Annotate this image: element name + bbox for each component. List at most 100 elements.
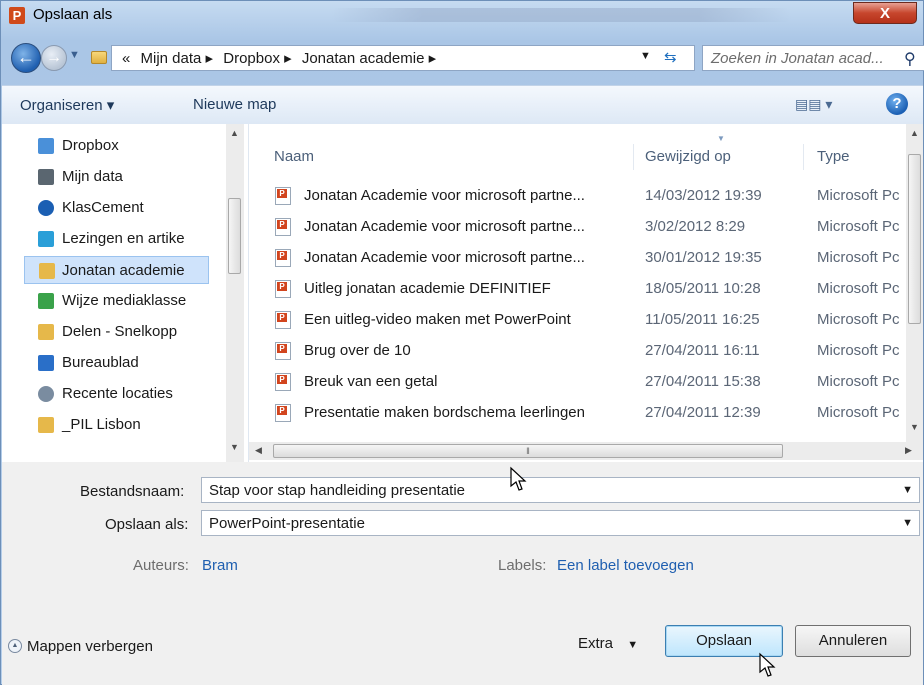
- tools-menu[interactable]: Extra ▼: [578, 635, 638, 652]
- history-dropdown-icon[interactable]: ▼: [69, 49, 83, 63]
- nav-item[interactable]: Bureaublad: [38, 349, 139, 377]
- wijze-icon: [38, 293, 54, 309]
- cancel-button[interactable]: Annuleren: [795, 625, 911, 657]
- address-dropdown-icon[interactable]: ▼: [640, 50, 651, 62]
- file-name: Jonatan Academie voor microsoft partne..…: [304, 187, 585, 204]
- nav-item[interactable]: Jonatan academie: [24, 256, 209, 284]
- scroll-down-icon[interactable]: ▼: [910, 422, 919, 432]
- file-name: Jonatan Academie voor microsoft partne..…: [304, 218, 585, 235]
- file-row[interactable]: Uitleg jonatan academie DEFINITIEF 18/05/…: [249, 277, 909, 303]
- savetype-label: Opslaan als:: [105, 516, 189, 533]
- close-button[interactable]: X: [853, 2, 917, 24]
- save-as-dialog: P Opslaan als X ← → ▼ « Mijn data ▸ Drop…: [0, 0, 924, 685]
- sort-indicator-icon: ▼: [717, 134, 725, 143]
- nav-item-label: Mijn data: [62, 168, 123, 185]
- help-icon[interactable]: ?: [886, 93, 908, 115]
- breadcrumb-item-jonatan-academie[interactable]: Jonatan academie ▸: [302, 50, 436, 67]
- forward-button[interactable]: →: [41, 45, 67, 71]
- nav-item-label: Bureaublad: [62, 354, 139, 371]
- file-row[interactable]: Jonatan Academie voor microsoft partne..…: [249, 184, 909, 210]
- column-header-type[interactable]: Type: [817, 148, 850, 165]
- address-bar[interactable]: « Mijn data ▸ Dropbox ▸ Jonatan academie…: [111, 45, 695, 71]
- file-row[interactable]: Jonatan Academie voor microsoft partne..…: [249, 215, 909, 241]
- nav-item[interactable]: Mijn data: [38, 163, 123, 191]
- scroll-right-icon[interactable]: ▶: [905, 445, 912, 456]
- filename-field[interactable]: Stap voor stap handleiding presentatie ▼: [201, 477, 920, 503]
- file-name: Breuk van een getal: [304, 373, 438, 390]
- tools-menu-label: Extra: [578, 635, 614, 652]
- recent-icon: [38, 386, 54, 402]
- savetype-select[interactable]: PowerPoint-presentatie ▼: [201, 510, 920, 536]
- desktop-icon: [38, 355, 54, 371]
- drive-icon: [38, 169, 54, 185]
- nav-item-label: KlasCement: [62, 199, 144, 216]
- chevron-down-icon[interactable]: ▼: [902, 484, 913, 496]
- powerpoint-file-icon: [275, 280, 291, 298]
- file-list-hscrollbar[interactable]: ◀ ‖ ▶: [249, 442, 923, 460]
- file-row[interactable]: Presentatie maken bordschema leerlingen 2…: [249, 401, 909, 427]
- column-divider[interactable]: [633, 144, 634, 170]
- nav-scrollbar[interactable]: ▲ ▼: [226, 124, 244, 462]
- file-type: Microsoft Pc: [817, 187, 900, 204]
- view-options-icon[interactable]: ▤▤ ▾: [795, 96, 832, 113]
- file-row[interactable]: Een uitleg-video maken met PowerPoint 11/…: [249, 308, 909, 334]
- file-row[interactable]: Brug over de 10 27/04/2011 16:11 Microsoft…: [249, 339, 909, 365]
- powerpoint-icon: P: [9, 7, 25, 24]
- search-icon[interactable]: ⚲: [904, 49, 916, 69]
- file-type: Microsoft Pc: [817, 373, 900, 390]
- file-type: Microsoft Pc: [817, 404, 900, 421]
- scroll-up-icon[interactable]: ▲: [910, 128, 919, 138]
- file-type: Microsoft Pc: [817, 280, 900, 297]
- nav-item[interactable]: _PIL Lisbon: [38, 411, 141, 439]
- file-name: Uitleg jonatan academie DEFINITIEF: [304, 280, 551, 297]
- scroll-up-icon[interactable]: ▲: [230, 128, 239, 138]
- file-row[interactable]: Jonatan Academie voor microsoft partne..…: [249, 246, 909, 272]
- hide-folders-icon[interactable]: ▲: [8, 639, 22, 653]
- folder-icon: [39, 263, 55, 279]
- column-divider[interactable]: [803, 144, 804, 170]
- refresh-icon[interactable]: ⇆: [664, 48, 677, 66]
- powerpoint-file-icon: [275, 342, 291, 360]
- file-modified-date: 11/05/2011 16:25: [645, 311, 760, 328]
- breadcrumb-item-dropbox[interactable]: Dropbox ▸: [223, 50, 291, 67]
- file-name: Brug over de 10: [304, 342, 411, 359]
- file-type: Microsoft Pc: [817, 218, 900, 235]
- file-row[interactable]: Breuk van een getal 27/04/2011 15:38 Micro…: [249, 370, 909, 396]
- nav-item[interactable]: Recente locaties: [38, 380, 173, 408]
- filename-value: Stap voor stap handleiding presentatie: [209, 482, 466, 499]
- powerpoint-file-icon: [275, 218, 291, 236]
- file-modified-date: 30/01/2012 19:35: [645, 249, 762, 266]
- new-folder-button[interactable]: Nieuwe map: [193, 96, 276, 113]
- hscroll-thumb[interactable]: ‖: [273, 444, 783, 458]
- add-label-link[interactable]: Een label toevoegen: [557, 557, 694, 574]
- scroll-down-icon[interactable]: ▼: [230, 442, 239, 452]
- breadcrumb-overflow[interactable]: «: [122, 50, 130, 67]
- chevron-down-icon[interactable]: ▼: [902, 517, 913, 529]
- hide-folders-link[interactable]: Mappen verbergen: [27, 638, 153, 655]
- authors-value[interactable]: Bram: [202, 557, 238, 574]
- back-button[interactable]: ←: [11, 43, 41, 73]
- breadcrumb-item-mijn-data[interactable]: Mijn data ▸: [141, 50, 214, 67]
- nav-item[interactable]: Delen - Snelkopp: [38, 318, 177, 346]
- file-list: ▼ Naam Gewijzigd op Type ▲ ▼ Jonatan Aca…: [249, 124, 923, 442]
- vscroll-thumb[interactable]: [908, 154, 921, 324]
- title-bar: P Opslaan als X: [1, 1, 924, 31]
- nav-item[interactable]: Wijze mediaklasse: [38, 287, 186, 315]
- column-header-name[interactable]: Naam: [274, 148, 314, 165]
- file-modified-date: 14/03/2012 19:39: [645, 187, 762, 204]
- powerpoint-file-icon: [275, 249, 291, 267]
- labels-label: Labels:: [498, 557, 547, 574]
- nav-item[interactable]: Lezingen en artike: [38, 225, 185, 253]
- search-input[interactable]: Zoeken in Jonatan acad... ⚲: [702, 45, 924, 71]
- scroll-left-icon[interactable]: ◀: [255, 445, 262, 456]
- filename-label: Bestandsnaam:: [80, 483, 185, 500]
- nav-item[interactable]: Dropbox: [38, 132, 119, 160]
- nav-item[interactable]: KlasCement: [38, 194, 144, 222]
- file-modified-date: 27/04/2011 16:11: [645, 342, 760, 359]
- content-area: _PIL Lisbon Recente locaties Bureaublad Del…: [2, 124, 923, 462]
- column-header-modified[interactable]: Gewijzigd op: [645, 148, 731, 165]
- nav-scroll-thumb[interactable]: [228, 198, 241, 274]
- organize-menu[interactable]: Organiseren ▾: [20, 96, 114, 114]
- nav-item-label: Lezingen en artike: [62, 230, 185, 247]
- file-name: Een uitleg-video maken met PowerPoint: [304, 311, 571, 328]
